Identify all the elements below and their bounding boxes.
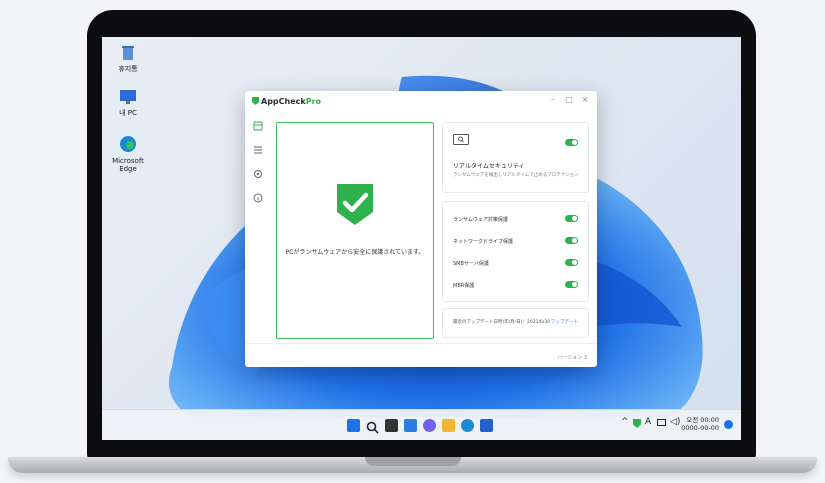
notification-icon[interactable]	[724, 420, 733, 429]
appcheck-window: AppCheckPro – □ × PCがランサムウェアから安全に保護されていま…	[245, 91, 597, 367]
app-name: AppCheck	[261, 97, 306, 106]
dashboard-icon[interactable]	[253, 121, 263, 131]
protection-status-text: PCがランサムウェアから安全に保護されています。	[285, 249, 425, 256]
mbr-protection-toggle[interactable]	[565, 281, 578, 288]
close-button[interactable]: ×	[579, 95, 591, 104]
update-link[interactable]: アップデート	[551, 319, 578, 325]
option-label: MBR保護	[453, 283, 475, 289]
task-view-icon[interactable]	[385, 419, 398, 432]
desktop-icon-label: Microsoft Edge	[112, 157, 144, 173]
settings-icon[interactable]	[253, 169, 263, 179]
shield-check-icon	[337, 184, 373, 225]
sidebar	[245, 113, 271, 343]
version-text: バージョン 3	[557, 355, 587, 361]
language-indicator[interactable]: A	[645, 417, 651, 427]
volume-icon[interactable]: ◁)	[670, 417, 680, 427]
last-update-text: 最近のアップデート日時(年/月/日)：2021/6/30	[453, 320, 551, 325]
clock-date: 0000-00-00	[681, 424, 719, 432]
appcheck-tray-icon[interactable]	[633, 419, 641, 428]
chat-icon[interactable]	[423, 419, 436, 432]
update-card: 最近のアップデート日時(年/月/日)：2021/6/30 アップデート	[442, 308, 589, 338]
protection-status-panel: PCがランサムウェアから安全に保護されています。	[276, 122, 434, 339]
appcheck-logo-icon	[252, 97, 259, 105]
smb-server-toggle[interactable]	[565, 259, 578, 266]
network-drive-toggle[interactable]	[565, 237, 578, 244]
monitor-search-icon	[453, 134, 469, 145]
store-icon[interactable]	[480, 419, 493, 432]
list-icon[interactable]	[253, 145, 263, 155]
taskbar-clock[interactable]: 오전 00:00 0000-00-00	[681, 416, 719, 432]
laptop-notch	[365, 457, 461, 466]
app-title: AppCheckPro	[261, 97, 321, 106]
edge-icon	[120, 136, 136, 152]
clock-time: 오전 00:00	[686, 416, 719, 424]
desktop-icon-my-pc[interactable]: 내 PC	[106, 89, 150, 117]
realtime-toggle[interactable]	[565, 139, 578, 146]
option-label: ネットワークドライブ保護	[453, 239, 514, 245]
divider	[245, 343, 597, 344]
tray-chevron-icon[interactable]: ^	[621, 417, 629, 427]
desktop-icon-recycle-bin[interactable]: 휴지통	[106, 45, 150, 73]
desktop-icon-label: 내 PC	[119, 109, 137, 117]
monitor-icon	[120, 90, 136, 104]
edge-icon[interactable]	[461, 419, 474, 432]
option-label: ランサムウェア対策保護	[453, 217, 508, 223]
realtime-subtitle: ランサムウェアを検出しリアルタイムで止めるプロテクション	[453, 173, 579, 178]
window-titlebar[interactable]: AppCheckPro – □ ×	[245, 91, 597, 113]
app-edition: Pro	[305, 97, 322, 106]
recycle-bin-icon	[122, 46, 134, 60]
desktop-icon-edge[interactable]: Microsoft Edge	[106, 135, 150, 173]
desktop-icon-label: 휴지통	[118, 65, 138, 73]
windows-start-icon[interactable]	[347, 419, 360, 432]
taskbar: ^ A ◁) 오전 00:00 0000-00-00	[102, 409, 741, 440]
option-label: SMBサーバ保護	[453, 261, 489, 267]
minimize-button[interactable]: –	[547, 95, 559, 104]
desktop-screen: 휴지통 내 PC Microsoft Edge AppCheckPro – □ …	[102, 37, 741, 440]
info-icon[interactable]	[253, 193, 263, 203]
realtime-title: リアルタイムセキュリティ	[453, 163, 525, 170]
network-icon[interactable]	[657, 419, 666, 427]
realtime-security-card: リアルタイムセキュリティ ランサムウェアを検出しリアルタイムで止めるプロテクショ…	[442, 122, 589, 193]
protection-options-card: ランサムウェア対策保護 ネットワークドライブ保護 SMBサーバ保護 MBR保護	[442, 201, 589, 302]
maximize-button[interactable]: □	[563, 95, 575, 104]
widgets-icon[interactable]	[404, 419, 417, 432]
search-icon[interactable]	[366, 419, 379, 434]
ransomware-protection-toggle[interactable]	[565, 215, 578, 222]
file-explorer-icon[interactable]	[442, 419, 455, 432]
